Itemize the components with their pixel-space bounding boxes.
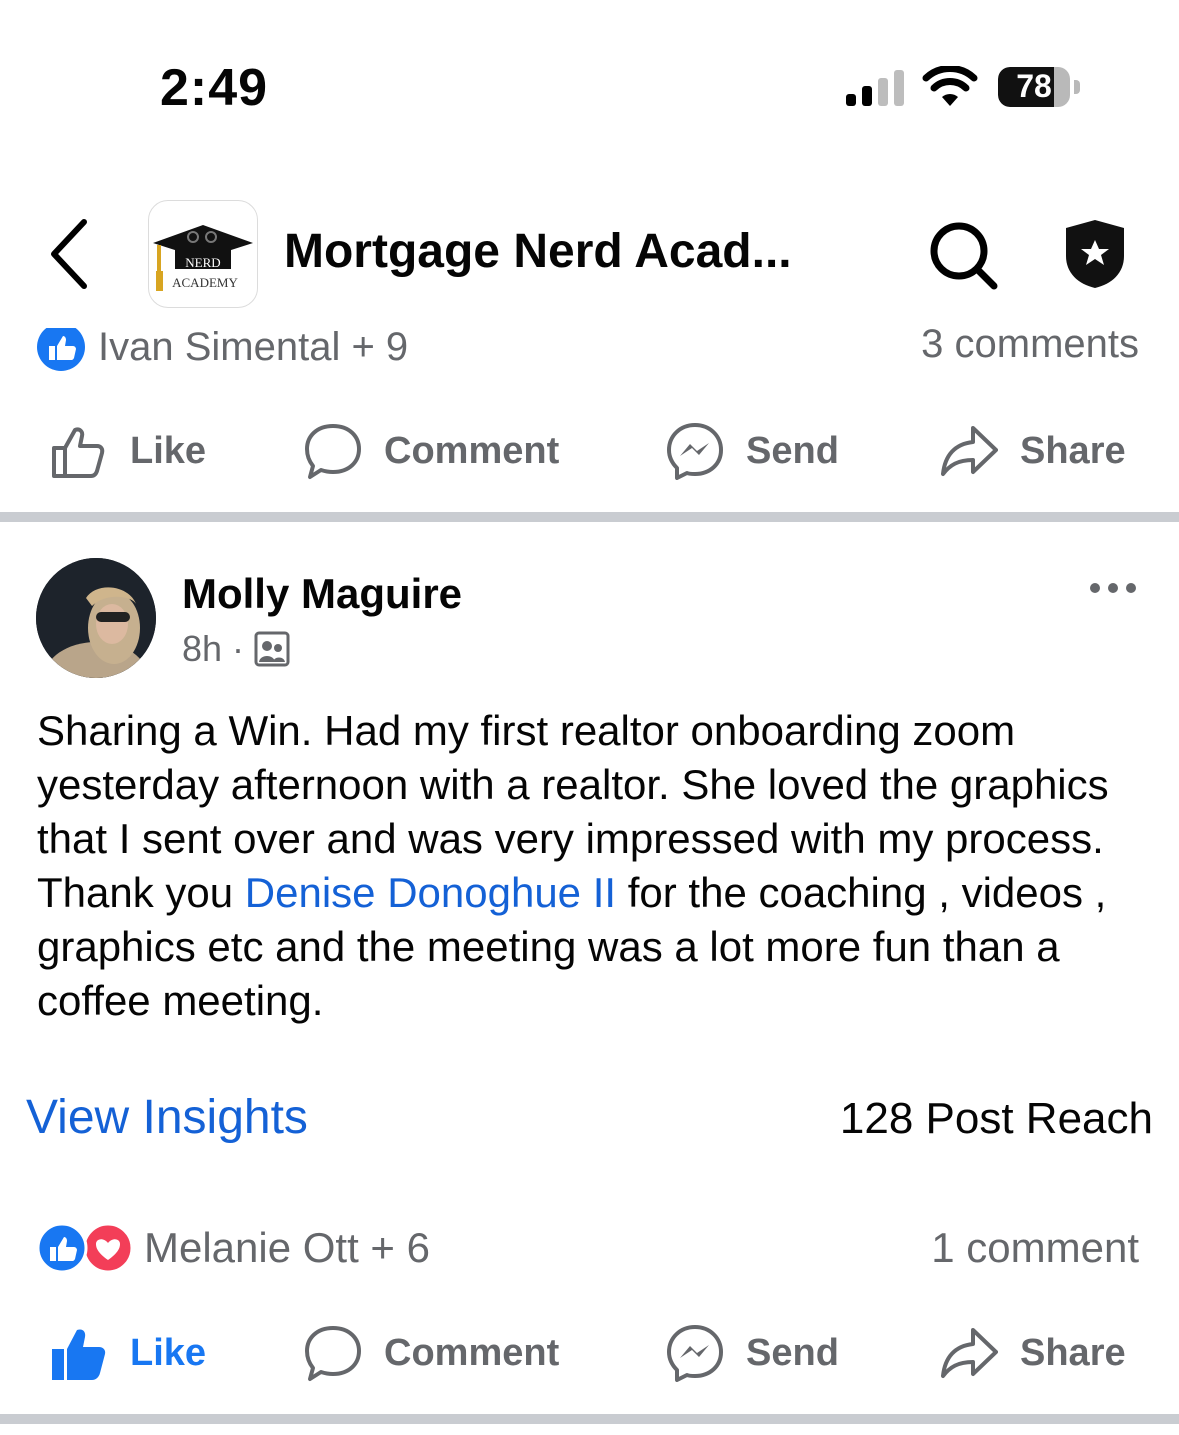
comment-button[interactable]: Comment (304, 416, 559, 486)
mention-link[interactable]: Denise Donoghue II (245, 869, 616, 916)
chevron-left-icon (51, 219, 87, 289)
shield-icon (1066, 220, 1124, 288)
comment-button[interactable]: Comment (304, 1318, 559, 1388)
share-arrow-icon (941, 1328, 998, 1378)
comment-bubble-icon (305, 424, 361, 479)
comment-label: Comment (384, 1331, 560, 1374)
thumbs-up-outline-icon (52, 427, 105, 478)
group-title[interactable]: Mortgage Nerd Acad... (284, 224, 792, 279)
group-logo[interactable]: NERD ACADEMY (148, 200, 258, 308)
share-label: Share (1020, 1331, 1126, 1374)
send-label: Send (746, 429, 839, 472)
post-reactors: Melanie Ott + 6 (144, 1224, 430, 1271)
send-button[interactable]: Send (666, 1318, 839, 1388)
like-label: Like (130, 1331, 207, 1374)
send-label: Send (746, 1331, 839, 1374)
share-button[interactable]: Share (940, 1318, 1126, 1388)
share-button[interactable]: Share (940, 416, 1126, 486)
post-divider (0, 1414, 1179, 1424)
post-comment-count[interactable]: 1 comment (931, 1224, 1139, 1272)
previous-post-comment-count[interactable]: 3 comments (921, 322, 1139, 367)
author-avatar[interactable] (36, 558, 156, 678)
admin-tools-button[interactable] (1062, 218, 1128, 295)
like-label: Like (130, 429, 207, 472)
battery-level-text: 78 (1016, 68, 1052, 104)
back-button[interactable] (42, 218, 98, 295)
previous-post-reactions[interactable]: Ivan Simental + 9 (36, 322, 408, 372)
meta-dot: · (232, 628, 245, 669)
like-button[interactable]: Like (50, 416, 206, 486)
view-insights-link[interactable]: View Insights (26, 1090, 308, 1145)
cellular-signal-icon (846, 68, 906, 106)
comment-label: Comment (384, 429, 560, 472)
messenger-icon (667, 1325, 723, 1382)
post-action-bar: Like Comment Send Share (0, 1318, 1179, 1388)
header-bottom-mask (0, 312, 1179, 328)
post-author-name[interactable]: Molly Maguire (182, 570, 462, 618)
more-dots-icon (1090, 583, 1136, 593)
status-time: 2:49 (160, 59, 269, 117)
share-arrow-icon (941, 426, 998, 476)
post-timestamp[interactable]: 8h (182, 628, 222, 670)
post-body: Sharing a Win. Had my first realtor onbo… (37, 704, 1147, 1028)
send-button[interactable]: Send (666, 416, 839, 486)
group-members-icon (254, 631, 290, 667)
search-icon (930, 222, 998, 290)
like-button-active[interactable]: Like (50, 1318, 206, 1388)
like-reaction-icon (37, 323, 85, 371)
comment-bubble-icon (305, 1326, 361, 1381)
like-love-reactions-icon (36, 1222, 134, 1274)
thumbs-up-filled-icon (52, 1329, 106, 1380)
previous-post-action-bar: Like Comment Send Share (0, 416, 1179, 486)
post-reach: 128 Post Reach (839, 1094, 1153, 1143)
search-button[interactable] (926, 218, 1000, 297)
post-options-button[interactable] (1088, 580, 1138, 601)
battery-icon: 78 (998, 67, 1070, 107)
previous-post-reactors: Ivan Simental + 9 (98, 324, 409, 369)
logo-text-top: NERD (185, 255, 220, 270)
post-meta: 8h · (182, 628, 290, 670)
post-reactions[interactable]: Melanie Ott + 6 (36, 1222, 430, 1274)
logo-text-bottom: ACADEMY (172, 275, 238, 290)
avatar-image (36, 558, 156, 678)
share-label: Share (1020, 429, 1126, 472)
messenger-icon (667, 423, 723, 480)
graduation-cap-icon: NERD ACADEMY (153, 225, 253, 291)
battery-nub (1074, 80, 1080, 94)
wifi-icon (922, 65, 978, 113)
post-divider (0, 512, 1179, 522)
